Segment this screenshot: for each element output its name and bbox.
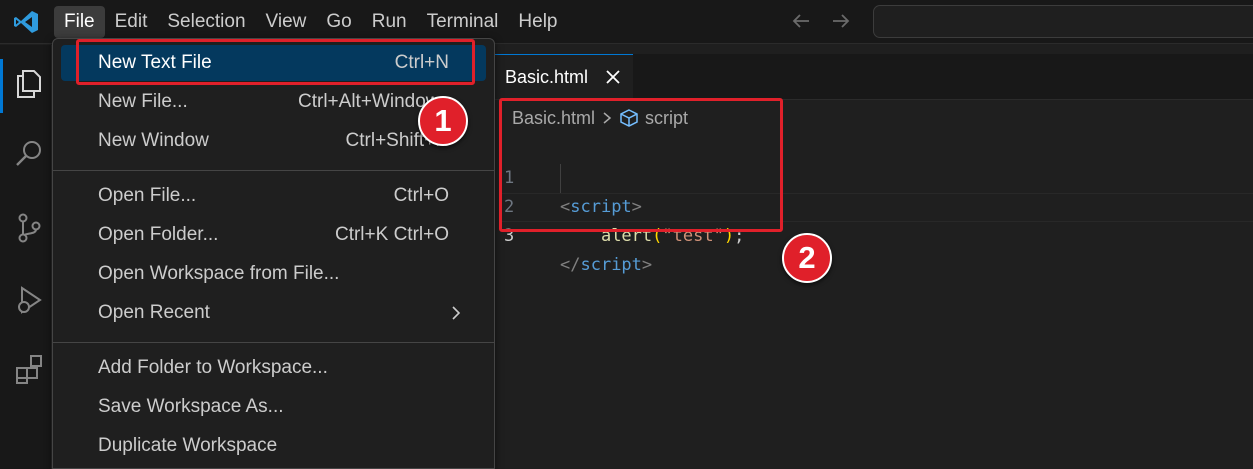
menu-run[interactable]: Run [362, 6, 417, 38]
annotation-badge-2: 2 [782, 233, 832, 283]
search-icon[interactable] [12, 137, 46, 171]
back-arrow-icon[interactable] [790, 10, 812, 32]
menu-help[interactable]: Help [508, 6, 567, 38]
menu-go[interactable]: Go [316, 6, 361, 38]
explorer-files-icon[interactable] [12, 67, 46, 101]
menu-item-open-recent[interactable]: Open Recent [61, 295, 486, 331]
menu-item-label: Open File... [98, 185, 197, 206]
menu-selection[interactable]: Selection [157, 6, 255, 38]
menu-separator [53, 342, 494, 343]
menu-item-label: New File... [98, 91, 188, 112]
menu-separator [53, 170, 494, 171]
menu-item-shortcut: Ctrl+O [393, 185, 449, 206]
annotation-box-1 [76, 39, 475, 85]
command-center-search[interactable] [873, 5, 1253, 38]
menu-item-open-file[interactable]: Open File... Ctrl+O [61, 178, 486, 214]
menu-item-label: Open Recent [98, 302, 210, 323]
source-control-icon[interactable] [12, 211, 46, 245]
tab-basic-html[interactable]: Basic.html [495, 54, 633, 99]
annotation-badge-1: 1 [418, 96, 468, 146]
menu-item-shortcut: Ctrl+K Ctrl+O [334, 224, 449, 245]
run-debug-icon[interactable] [12, 283, 46, 317]
close-tag-name: script [580, 255, 642, 275]
menu-item-open-workspace-from-file[interactable]: Open Workspace from File... [61, 256, 486, 292]
activity-active-indicator [0, 59, 3, 113]
tab-label: Basic.html [505, 66, 589, 87]
extensions-icon[interactable] [12, 353, 46, 387]
menu-edit[interactable]: Edit [105, 6, 158, 38]
vscode-logo-icon [14, 11, 38, 33]
forward-arrow-icon[interactable] [830, 10, 852, 32]
menu-item-save-workspace-as[interactable]: Save Workspace As... [61, 389, 486, 425]
activity-bar [0, 45, 52, 469]
menu-terminal[interactable]: Terminal [417, 6, 509, 38]
menu-item-label: Open Folder... [98, 224, 219, 245]
menu-item-open-folder[interactable]: Open Folder... Ctrl+K Ctrl+O [61, 217, 486, 253]
close-icon[interactable] [605, 69, 621, 85]
menu-item-duplicate-workspace[interactable]: Duplicate Workspace [61, 428, 486, 464]
editor-tabs: Basic.html [495, 54, 1253, 100]
menu-view[interactable]: View [256, 6, 317, 38]
menu-item-label: Open Workspace from File... [98, 263, 340, 284]
menu-file[interactable]: File [54, 6, 105, 38]
menu-item-label: Duplicate Workspace [98, 435, 278, 456]
menu-item-label: New Window [98, 130, 209, 151]
annotation-box-2 [499, 98, 783, 232]
menu-item-add-folder-to-workspace[interactable]: Add Folder to Workspace... [61, 350, 486, 386]
menu-item-label: Save Workspace As... [98, 396, 284, 417]
chevron-right-icon [452, 306, 461, 320]
menu-item-label: Add Folder to Workspace... [98, 357, 328, 378]
menu-bar: File Edit Selection View Go Run Terminal Help [54, 6, 568, 38]
